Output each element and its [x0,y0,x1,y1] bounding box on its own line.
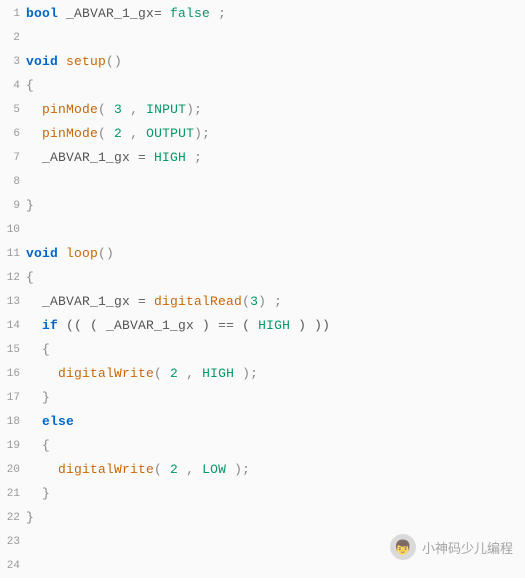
watermark: 👦 小神码少儿编程 [390,534,513,560]
code-text: digitalWrite( 2 , LOW ); [26,458,250,482]
code-line: 4{ [0,74,525,98]
code-text: digitalWrite( 2 , HIGH ); [26,362,258,386]
code-line: 22} [0,506,525,530]
code-line: 10 [0,218,525,242]
code-text: _ABVAR_1_gx = digitalRead(3) ; [26,290,282,314]
code-line: 12{ [0,266,525,290]
code-line: 3void setup() [0,50,525,74]
code-text: void setup() [26,50,122,74]
line-number: 12 [0,266,26,290]
code-line: 17 } [0,386,525,410]
code-line: 20 digitalWrite( 2 , LOW ); [0,458,525,482]
line-number: 3 [0,50,26,74]
code-line: 2 [0,26,525,50]
code-text: _ABVAR_1_gx = HIGH ; [26,146,202,170]
line-number: 7 [0,146,26,170]
line-number: 21 [0,482,26,506]
line-number: 8 [0,170,26,194]
code-line: 16 digitalWrite( 2 , HIGH ); [0,362,525,386]
line-number: 19 [0,434,26,458]
code-text: } [26,506,34,530]
code-text: if (( ( _ABVAR_1_gx ) == ( HIGH ) )) [26,314,330,338]
code-line: 1bool _ABVAR_1_gx= false ; [0,2,525,26]
line-number: 15 [0,338,26,362]
line-number: 5 [0,98,26,122]
code-line: 8 [0,170,525,194]
code-line: 13 _ABVAR_1_gx = digitalRead(3) ; [0,290,525,314]
line-number: 17 [0,386,26,410]
code-text: pinMode( 2 , OUTPUT); [26,122,210,146]
code-text: } [26,482,50,506]
line-number: 20 [0,458,26,482]
line-number: 18 [0,410,26,434]
line-number: 13 [0,290,26,314]
watermark-text: 小神码少儿编程 [422,538,513,557]
code-text: else [26,410,74,434]
code-text: void loop() [26,242,114,266]
code-line: 18 else [0,410,525,434]
line-number: 11 [0,242,26,266]
line-number: 24 [0,554,26,578]
line-number: 4 [0,74,26,98]
code-text: { [26,74,34,98]
line-number: 9 [0,194,26,218]
code-line: 15 { [0,338,525,362]
code-text: pinMode( 3 , INPUT); [26,98,202,122]
line-number: 22 [0,506,26,530]
line-number: 14 [0,314,26,338]
code-line: 6 pinMode( 2 , OUTPUT); [0,122,525,146]
code-line: 14 if (( ( _ABVAR_1_gx ) == ( HIGH ) )) [0,314,525,338]
line-number: 16 [0,362,26,386]
code-editor: 1bool _ABVAR_1_gx= false ;23void setup()… [0,0,525,578]
code-text: bool _ABVAR_1_gx= false ; [26,2,226,26]
code-text: } [26,386,50,410]
code-text: } [26,194,34,218]
code-text: { [26,338,50,362]
code-text: { [26,434,50,458]
line-number: 10 [0,218,26,242]
code-line: 19 { [0,434,525,458]
line-number: 1 [0,2,26,26]
line-number: 2 [0,26,26,50]
line-number: 23 [0,530,26,554]
code-text: { [26,266,34,290]
code-line: 5 pinMode( 3 , INPUT); [0,98,525,122]
code-line: 7 _ABVAR_1_gx = HIGH ; [0,146,525,170]
line-number: 6 [0,122,26,146]
code-line: 21 } [0,482,525,506]
watermark-icon: 👦 [390,534,416,560]
code-line: 11void loop() [0,242,525,266]
code-line: 9} [0,194,525,218]
